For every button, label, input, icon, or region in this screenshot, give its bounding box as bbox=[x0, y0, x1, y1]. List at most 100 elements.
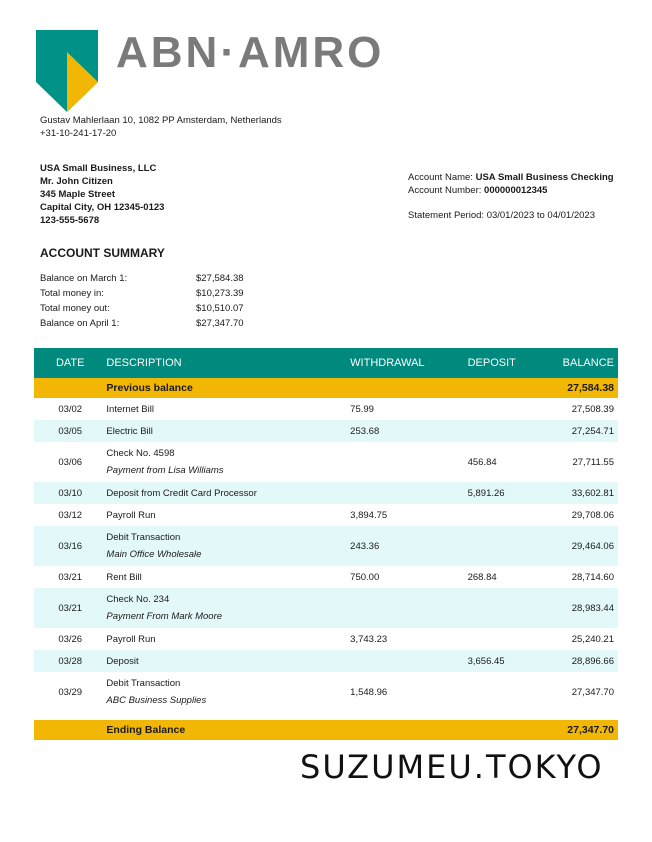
summary-row: Balance on April 1: $27,347.70 bbox=[40, 318, 244, 333]
cell-description: Rent Bill bbox=[106, 566, 350, 588]
cell-date: 03/12 bbox=[58, 509, 83, 521]
cell-deposit bbox=[468, 672, 548, 712]
cell-date: 03/10 bbox=[34, 482, 107, 504]
cell-balance: 29,708.06 bbox=[571, 509, 614, 521]
summary-value: $27,584.38 bbox=[196, 273, 244, 284]
description-subtext: Main Office Wholesale bbox=[106, 549, 202, 560]
cell-description: Debit Transaction Main Office Wholesale bbox=[106, 526, 351, 566]
summary-row: Total money out: $10,510.07 bbox=[40, 303, 244, 318]
col-header-withdrawal: WITHDRAWAL bbox=[350, 348, 468, 378]
col-header-date: DATE bbox=[34, 348, 107, 378]
summary-row: Balance on March 1: $27,584.38 bbox=[40, 273, 244, 288]
cell-withdrawal: 3,743.23 bbox=[350, 633, 388, 645]
description-text: Rent Bill bbox=[106, 571, 142, 583]
statement-period-row: Statement Period: 03/01/2023 to 04/01/20… bbox=[408, 209, 614, 222]
description-subtext: ABC Business Supplies bbox=[106, 695, 207, 706]
cell-deposit: 456.84 bbox=[467, 456, 497, 468]
description-subtext: Payment From Mark Moore bbox=[106, 611, 223, 622]
cell-date: 03/26 bbox=[58, 633, 83, 645]
table-row: 03/28 Deposit 3,656.45 28,896.66 bbox=[34, 650, 618, 672]
previous-balance-row: Previous balance 27,584.38 bbox=[34, 378, 618, 398]
col-header-description: DESCRIPTION bbox=[106, 348, 351, 378]
cell-date: 03/05 bbox=[34, 420, 107, 442]
summary-value: $10,510.07 bbox=[196, 303, 244, 314]
statement-period-label: Statement Period: bbox=[408, 210, 485, 221]
cell-deposit bbox=[467, 588, 548, 628]
customer-street: 345 Maple Street bbox=[40, 189, 115, 200]
abn-amro-shield-logo bbox=[36, 30, 98, 112]
account-name-row: Account Name: USA Small Business Checkin… bbox=[408, 171, 614, 184]
account-info: Account Name: USA Small Business Checkin… bbox=[408, 171, 614, 222]
customer-company: USA Small Business, LLC bbox=[40, 163, 157, 174]
table-row: 03/12 Payroll Run 3,894.75 29,708.06 bbox=[34, 504, 618, 526]
cell-description: Internet Bill bbox=[106, 398, 350, 420]
description-text: Electric Bill bbox=[106, 425, 153, 437]
col-header-balance: BALANCE bbox=[547, 348, 618, 378]
cell-date: 03/21 bbox=[58, 571, 83, 583]
cell-balance: 28,983.44 bbox=[547, 588, 618, 628]
description-text: Deposit from Credit Card Processor bbox=[106, 487, 257, 499]
table-header-row: DATE DESCRIPTION WITHDRAWAL DEPOSIT BALA… bbox=[34, 348, 618, 378]
col-header-deposit: DEPOSIT bbox=[467, 348, 548, 378]
account-name-label: Account Name: bbox=[408, 172, 473, 183]
description-subtext: Payment from Lisa Williams bbox=[106, 465, 224, 476]
table-row: 03/16 Debit Transaction Main Office Wholes… bbox=[34, 526, 618, 566]
cell-withdrawal: 253.68 bbox=[350, 420, 468, 442]
cell-deposit bbox=[468, 398, 548, 420]
summary-title: ACCOUNT SUMMARY bbox=[40, 246, 165, 260]
table-row: 03/21 Rent Bill 750.00 268.84 28,714.60 bbox=[34, 566, 618, 588]
summary-label: Balance on March 1: bbox=[40, 273, 128, 284]
summary-label: Total money in: bbox=[40, 288, 104, 299]
cell-deposit bbox=[467, 526, 548, 566]
table-row: 03/29 Debit Transaction ABC Business Suppl… bbox=[34, 672, 618, 712]
cell-balance: 33,602.81 bbox=[547, 482, 618, 504]
cell-date: 03/28 bbox=[34, 650, 107, 672]
table-row: 03/21 Check No. 234 Payment From Mark Moor… bbox=[34, 588, 618, 628]
cell-deposit bbox=[468, 504, 548, 526]
account-number-label: Account Number: bbox=[408, 185, 482, 196]
customer-city: Capital City, OH 12345-0123 bbox=[40, 202, 165, 213]
cell-balance: 27,254.71 bbox=[547, 420, 618, 442]
description-text: Payroll Run bbox=[106, 509, 156, 521]
cell-withdrawal bbox=[350, 650, 468, 672]
cell-withdrawal: 3,894.75 bbox=[350, 509, 388, 521]
cell-balance: 28,896.66 bbox=[547, 650, 618, 672]
cell-description: Debit Transaction ABC Business Supplies bbox=[106, 672, 350, 712]
cell-description: Payroll Run bbox=[106, 628, 350, 650]
cell-description: Deposit from Credit Card Processor bbox=[106, 482, 351, 504]
transactions-table: DATE DESCRIPTION WITHDRAWAL DEPOSIT BALA… bbox=[34, 348, 618, 740]
cell-balance: 28,714.60 bbox=[571, 571, 614, 583]
cell-date: 03/16 bbox=[34, 526, 107, 566]
cell-date: 03/06 bbox=[58, 456, 83, 468]
cell-date: 03/21 bbox=[34, 588, 107, 628]
account-number-row: Account Number: 000000012345 bbox=[408, 184, 614, 197]
cell-description: Check No. 4598 Payment from Lisa Williams bbox=[106, 442, 350, 482]
cell-date: 03/02 bbox=[58, 403, 83, 415]
cell-balance: 27,508.39 bbox=[571, 403, 614, 415]
cell-description: Payroll Run bbox=[106, 504, 350, 526]
previous-balance-label: Previous balance bbox=[106, 378, 351, 398]
account-number-value: 000000012345 bbox=[484, 185, 548, 196]
account-summary: Balance on March 1: $27,584.38 Total mon… bbox=[40, 273, 244, 333]
cell-deposit bbox=[468, 628, 548, 650]
cell-balance: 27,711.55 bbox=[572, 456, 614, 468]
ending-balance-label: Ending Balance bbox=[106, 720, 351, 740]
cell-deposit bbox=[467, 420, 548, 442]
cell-withdrawal bbox=[350, 482, 468, 504]
summary-row: Total money in: $10,273.39 bbox=[40, 288, 244, 303]
cell-withdrawal bbox=[350, 442, 467, 482]
cell-deposit: 5,891.26 bbox=[467, 482, 548, 504]
ending-balance-row: Ending Balance 27,347.70 bbox=[34, 720, 618, 740]
table-row: 03/02 Internet Bill 75.99 27,508.39 bbox=[34, 398, 618, 420]
cell-description: Check No. 234 Payment From Mark Moore bbox=[106, 588, 351, 628]
account-name-value: USA Small Business Checking bbox=[475, 172, 614, 183]
cell-balance: 27,347.70 bbox=[571, 686, 614, 698]
summary-label: Total money out: bbox=[40, 303, 110, 314]
description-text: Debit Transaction bbox=[106, 678, 181, 689]
bank-address-line: Gustav Mahlerlaan 10, 1082 PP Amsterdam,… bbox=[40, 115, 282, 126]
table-row: 03/26 Payroll Run 3,743.23 25,240.21 bbox=[34, 628, 618, 650]
description-text: Payroll Run bbox=[106, 633, 156, 645]
customer-name: Mr. John Citizen bbox=[40, 176, 113, 187]
cell-withdrawal bbox=[350, 588, 468, 628]
cell-description: Electric Bill bbox=[106, 420, 351, 442]
